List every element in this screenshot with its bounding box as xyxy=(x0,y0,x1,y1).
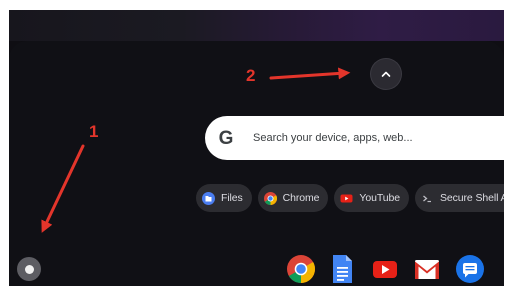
search-input[interactable] xyxy=(253,132,493,144)
google-icon: G xyxy=(218,127,234,149)
files-icon xyxy=(202,191,215,205)
chrome-icon xyxy=(263,191,277,205)
launcher-button[interactable] xyxy=(17,257,41,281)
chip-label: Secure Shell App xyxy=(439,192,504,204)
chip-secure-shell[interactable]: Secure Shell App xyxy=(414,184,504,212)
chip-label: Chrome xyxy=(282,192,320,204)
annotation-label-1: 1 xyxy=(89,122,99,141)
messages-icon[interactable] xyxy=(455,254,485,284)
launcher-circle-icon xyxy=(24,264,34,274)
expand-launcher-button[interactable] xyxy=(371,59,401,89)
chip-label: YouTube xyxy=(359,192,400,204)
chromeos-desktop: G Files Chrome xyxy=(9,10,504,286)
chip-label: Files xyxy=(221,192,243,204)
launcher-search-bar[interactable]: G xyxy=(205,116,504,160)
chip-youtube[interactable]: YouTube xyxy=(334,184,409,212)
chevron-up-icon xyxy=(381,71,391,77)
youtube-icon xyxy=(340,194,353,202)
annotation-label-2: 2 xyxy=(246,66,256,85)
gmail-icon[interactable] xyxy=(412,254,442,284)
chrome-icon[interactable] xyxy=(286,254,316,284)
terminal-icon xyxy=(423,195,431,202)
suggested-apps: Files Chrome YouTube Secure Shell xyxy=(196,182,504,214)
youtube-icon[interactable] xyxy=(370,254,400,284)
wallpaper-strip xyxy=(9,10,504,41)
app-launcher-panel xyxy=(9,41,504,286)
docs-icon[interactable] xyxy=(329,254,355,284)
chip-chrome[interactable]: Chrome xyxy=(257,184,329,212)
chip-files[interactable]: Files xyxy=(196,184,252,212)
